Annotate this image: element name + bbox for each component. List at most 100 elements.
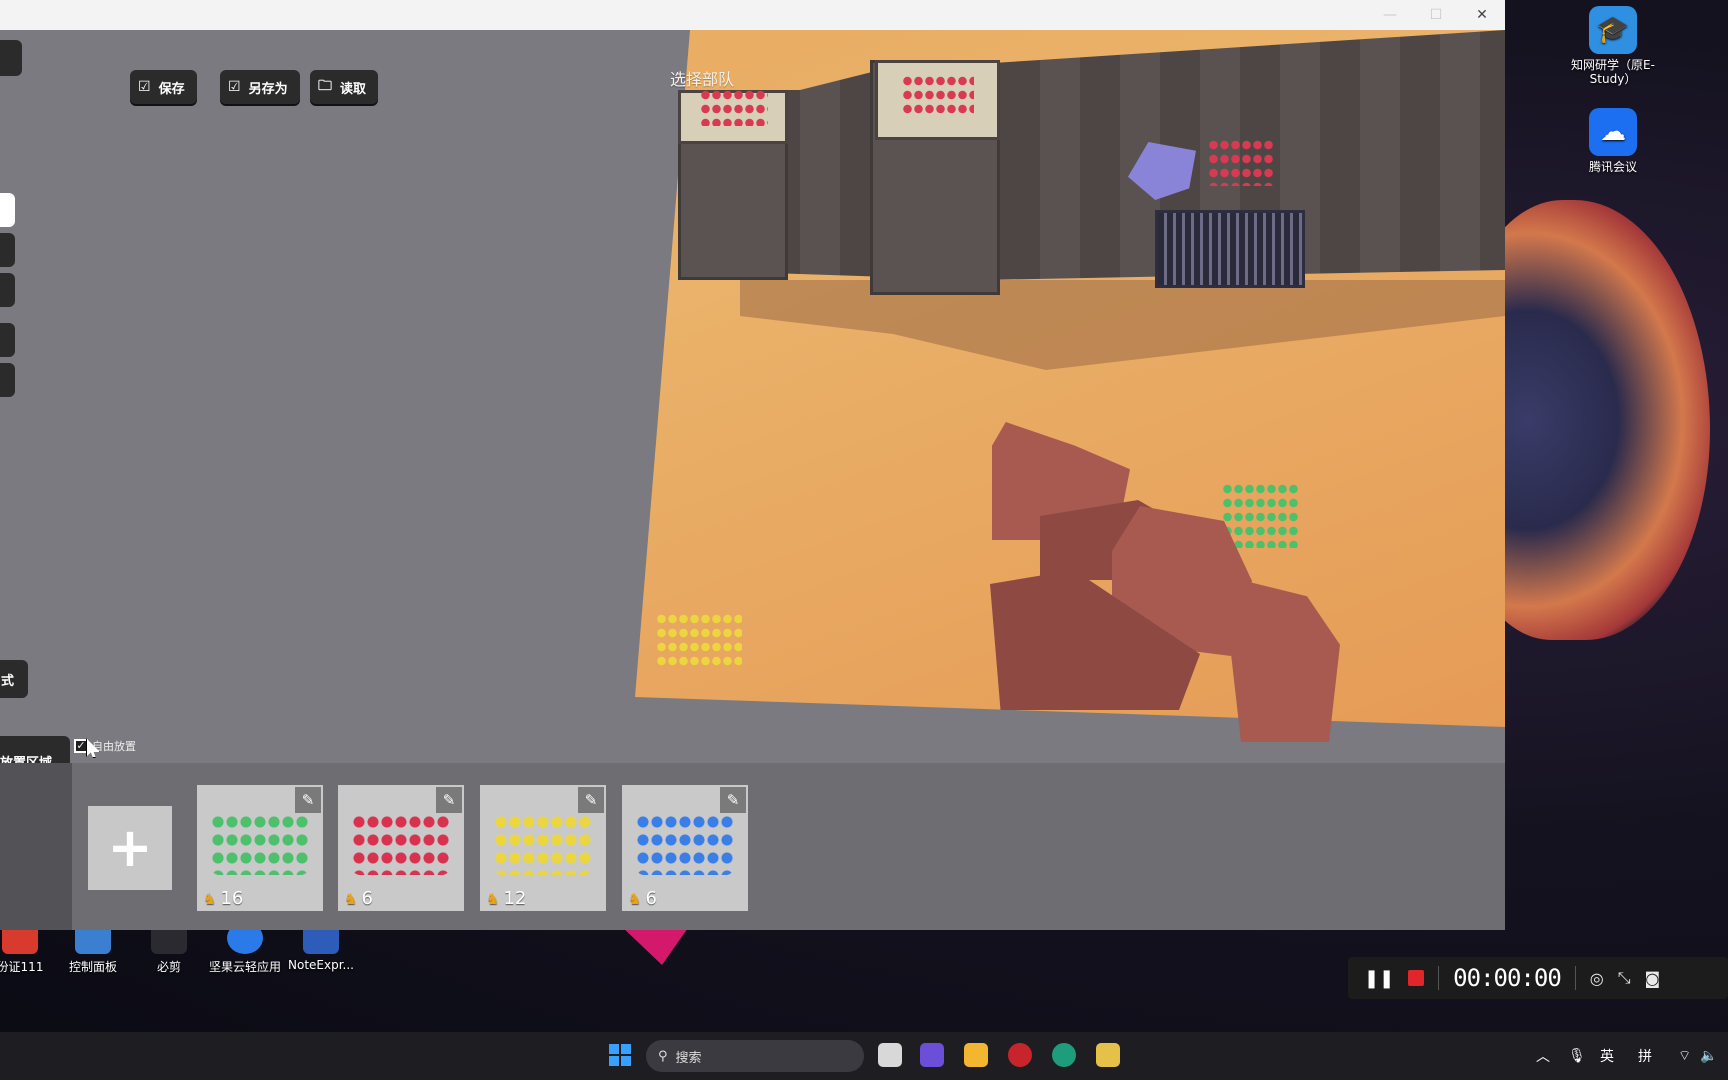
- pencil-icon[interactable]: ✎: [436, 787, 462, 813]
- desktop-icon-label: NoteExpr...: [288, 958, 354, 972]
- unit-art-green: [211, 813, 309, 875]
- placement-zone-button[interactable]: 放置区域: [0, 736, 70, 763]
- unit-card[interactable]: ✎ ♞ 16: [197, 785, 323, 911]
- enemy-troop-red-2[interactable]: [902, 74, 974, 116]
- desktop-icon-label: 控制面板: [68, 960, 117, 974]
- player-troop-yellow[interactable]: [656, 612, 742, 670]
- castle-gate: [1155, 210, 1305, 288]
- unit-art-red: [352, 813, 450, 875]
- search-placeholder: 搜索: [675, 1050, 702, 1066]
- windows-start-icon[interactable]: [609, 1044, 631, 1066]
- maximize-button[interactable]: ☐: [1413, 0, 1459, 30]
- load-button[interactable]: 🗀 读取: [310, 70, 379, 104]
- close-button[interactable]: ✕: [1459, 0, 1505, 30]
- page-title: 选择部队: [670, 70, 735, 89]
- unit-count: ♞ 6: [344, 888, 373, 909]
- window-titlebar: — ☐ ✕: [0, 0, 1505, 30]
- desktop-icon-label: 份证111: [0, 960, 44, 974]
- desktop-icon-label: 必剪: [156, 960, 181, 974]
- save-as-label: 另存为: [248, 81, 288, 97]
- checkbox-icon[interactable]: ✓: [74, 739, 88, 753]
- desktop-icon-label: 知网研学（原E-Study）: [1571, 58, 1655, 86]
- file-explorer-icon[interactable]: [964, 1043, 988, 1067]
- enemy-troop-red-1[interactable]: [700, 88, 768, 126]
- wifi-icon[interactable]: ⌔: [1678, 1032, 1691, 1080]
- save-as-button[interactable]: ☑ 另存为: [220, 70, 300, 104]
- task-view-icon[interactable]: [878, 1043, 902, 1067]
- copilot-icon[interactable]: [920, 1043, 944, 1067]
- taskbar-search[interactable]: ⚲ 搜索: [646, 1040, 864, 1072]
- save-button[interactable]: ☑ 保存: [130, 70, 197, 104]
- desktop-icon-zhiwang[interactable]: 🎓 知网研学（原E-Study）: [1570, 6, 1656, 86]
- search-icon: ⚲: [658, 1048, 668, 1064]
- side-tool-active[interactable]: [0, 193, 15, 227]
- free-place-toggle[interactable]: ✓ 自由放置: [74, 738, 136, 754]
- tencent-meeting-icon: ☁: [1589, 108, 1637, 156]
- unit-count-value: 6: [361, 888, 373, 909]
- player-troop-green[interactable]: [1222, 482, 1300, 548]
- unit-count-value: 16: [220, 888, 244, 909]
- game-app-icon[interactable]: [1096, 1043, 1120, 1067]
- wallpaper-accent: [620, 925, 690, 965]
- desktop-icon-tencent-meeting[interactable]: ☁ 腾讯会议: [1570, 108, 1656, 174]
- taskbar: ⚲ 搜索 ︿ 🎙 英 拼 ⌔ 🔈: [0, 1032, 1728, 1080]
- screenshot-region-icon[interactable]: ◎: [1590, 969, 1604, 988]
- unit-count-value: 6: [645, 888, 657, 909]
- side-tool[interactable]: [0, 273, 15, 307]
- mode-button[interactable]: 式: [0, 660, 28, 698]
- volume-icon[interactable]: 🔈: [1700, 1032, 1717, 1080]
- coin-icon: ♞: [203, 889, 217, 908]
- edge-icon[interactable]: [1052, 1043, 1076, 1067]
- unit-card[interactable]: ✎ ♞ 6: [338, 785, 464, 911]
- game-window: — ☐ ✕ ☑ 保存 ☑ 另存为 🗀 读取 选择部队 式 放置区域 ✓ 自由放置…: [0, 0, 1505, 930]
- collapse-icon[interactable]: ⤡: [1618, 968, 1631, 988]
- unit-count: ♞ 12: [486, 888, 526, 909]
- show-hidden-icons[interactable]: ︿: [1536, 1032, 1550, 1080]
- stop-icon[interactable]: [1408, 970, 1425, 986]
- side-menu-button[interactable]: [0, 40, 22, 76]
- unit-panel-sidebar: [0, 763, 72, 930]
- save-icon: ☑: [138, 79, 151, 95]
- unit-panel: + ✎ ♞ 16 ✎ ♞ 6 ✎ ♞ 12 ✎ ♞ 6: [0, 763, 1505, 930]
- unit-card[interactable]: ✎ ♞ 12: [480, 785, 606, 911]
- ime-language[interactable]: 英: [1600, 1032, 1614, 1080]
- side-tool[interactable]: [0, 323, 15, 357]
- coin-icon: ♞: [628, 889, 642, 908]
- add-unit-button[interactable]: +: [88, 806, 172, 890]
- side-tool[interactable]: [0, 233, 15, 267]
- unit-count: ♞ 16: [203, 888, 243, 909]
- save-label: 保存: [158, 81, 185, 97]
- mode-button-label: 式: [1, 673, 15, 689]
- battle-viewport[interactable]: ☑ 保存 ☑ 另存为 🗀 读取 选择部队 式 放置区域 ✓ 自由放置: [0, 30, 1505, 763]
- plus-icon: +: [107, 816, 153, 879]
- desktop-icon-label: 坚果云轻应用: [208, 960, 281, 974]
- divider: [1574, 966, 1576, 990]
- side-tool[interactable]: [0, 363, 15, 397]
- unit-card[interactable]: ✎ ♞ 6: [622, 785, 748, 911]
- zhiwang-icon: 🎓: [1589, 6, 1637, 54]
- load-icon: 🗀: [318, 78, 332, 94]
- recording-time: 00:00:00: [1453, 964, 1562, 992]
- minimize-button[interactable]: —: [1367, 0, 1413, 30]
- unit-art-yellow: [494, 813, 592, 875]
- coin-icon: ♞: [344, 889, 358, 908]
- recorder-app-icon[interactable]: [1008, 1043, 1032, 1067]
- camera-icon[interactable]: ◙: [1645, 969, 1661, 988]
- divider: [1438, 966, 1440, 990]
- desktop-icon-label: 腾讯会议: [1588, 160, 1637, 174]
- unit-count-value: 12: [503, 888, 527, 909]
- load-label: 读取: [340, 81, 367, 97]
- pencil-icon[interactable]: ✎: [720, 787, 746, 813]
- pause-icon[interactable]: ❚❚: [1364, 968, 1394, 989]
- placement-zone-label: 放置区域: [0, 755, 53, 764]
- screen-recorder: ❚❚ 00:00:00 ◎ ⤡ ◙: [1348, 957, 1728, 999]
- save-as-icon: ☑: [228, 79, 241, 95]
- enemy-troop-red-3[interactable]: [1208, 138, 1274, 186]
- unit-art-blue: [636, 813, 734, 875]
- pencil-icon[interactable]: ✎: [578, 787, 604, 813]
- unit-count: ♞ 6: [628, 888, 657, 909]
- microphone-icon[interactable]: 🎙: [1568, 1032, 1586, 1080]
- pencil-icon[interactable]: ✎: [295, 787, 321, 813]
- coin-icon: ♞: [486, 889, 500, 908]
- ime-mode[interactable]: 拼: [1638, 1032, 1652, 1080]
